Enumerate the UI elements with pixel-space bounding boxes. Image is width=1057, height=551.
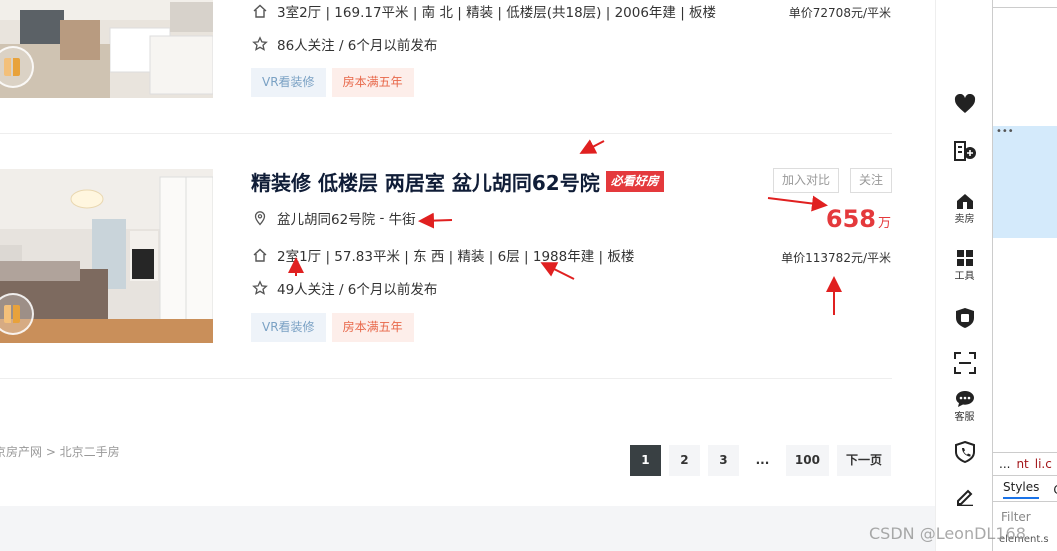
page-3-button[interactable]: 3 <box>707 445 739 476</box>
tab-styles[interactable]: Styles <box>1003 480 1040 499</box>
location-info: 盆儿胡同62号院 - 牛街 <box>251 208 416 228</box>
next-page-button[interactable]: 下一页 <box>836 445 891 476</box>
listing-title-text[interactable]: 精装修 低楼层 两居室 盆儿胡同62号院 <box>251 167 600 196</box>
follow-info: 49人关注 / 6个月以前发布 <box>251 278 437 298</box>
devtools-selected-node[interactable] <box>993 126 1057 238</box>
promise-button[interactable] <box>936 307 993 329</box>
phone-shield-icon <box>954 441 975 463</box>
location-separator: - <box>375 210 389 226</box>
page-2-button[interactable]: 2 <box>668 445 700 476</box>
devtools-header <box>993 0 1057 8</box>
district-link[interactable]: 牛街 <box>389 208 416 228</box>
floating-toolbar: 卖房 工具 客服 <box>935 0 992 551</box>
sell-house-button[interactable]: 卖房 <box>936 192 993 225</box>
favorites-button[interactable] <box>936 94 993 114</box>
calculator-button[interactable] <box>936 138 993 162</box>
listing-title[interactable]: 精装修 低楼层 两居室 盆儿胡同62号院 必看好房 <box>251 167 664 196</box>
listing-item: 3室2厅 | 169.17平米 | 南 北 | 精装 | 低楼层(共18层) |… <box>0 0 935 134</box>
divider <box>0 378 892 379</box>
pagination: 1 2 3 ... 100 下一页 <box>629 445 891 476</box>
page-ellipsis: ... <box>755 453 770 467</box>
feedback-button[interactable] <box>936 486 993 506</box>
devtools-bar-dots[interactable]: ... <box>999 457 1010 471</box>
devtools-filter-input[interactable]: Filter <box>1001 510 1031 524</box>
scan-button[interactable] <box>936 352 993 374</box>
house-info: 2室1厅 | 57.83平米 | 东 西 | 精装 | 6层 | 1988年建 … <box>251 245 634 265</box>
devtools-dots: ••• <box>996 126 1014 137</box>
must-see-badge: 必看好房 <box>605 171 664 192</box>
devtools-bar-node-2[interactable]: li.c <box>1035 457 1052 471</box>
follow-info-text: 86人关注 / 6个月以前发布 <box>277 38 438 54</box>
listing-page: 3室2厅 | 169.17平米 | 南 北 | 精装 | 低楼层(共18层) |… <box>0 0 935 551</box>
listing-item: 精装修 低楼层 两居室 盆儿胡同62号院 必看好房 加入对比 关注 盆儿胡同62… <box>0 134 935 379</box>
tag-list: VR看装修 房本满五年 <box>251 68 414 97</box>
follow-info: 86人关注 / 6个月以前发布 <box>251 34 437 54</box>
devtools-breadcrumb-bar[interactable]: ... nt li.c <box>993 452 1057 476</box>
customer-service-button[interactable]: 客服 <box>936 390 993 423</box>
building-calculator-icon <box>953 138 977 162</box>
footer-band <box>0 506 935 551</box>
heart-icon <box>954 94 976 114</box>
house-icon <box>251 246 269 264</box>
security-phone-button[interactable] <box>936 441 993 463</box>
tag-list: VR看装修 房本满五年 <box>251 313 414 342</box>
tag-five-years: 房本满五年 <box>331 313 414 342</box>
listing-photo[interactable] <box>0 0 213 98</box>
tag-vr: VR看装修 <box>251 68 326 97</box>
total-price-unit: 万 <box>877 216 891 231</box>
edit-pen-icon <box>955 486 975 506</box>
breadcrumb[interactable]: 京房产网 > 北京二手房 <box>0 443 120 460</box>
page-100-button[interactable]: 100 <box>785 445 829 476</box>
star-icon <box>251 279 269 297</box>
follow-button[interactable]: 关注 <box>850 168 893 193</box>
watermark: CSDN @LeonDL168 <box>869 524 1026 543</box>
customer-service-label: 客服 <box>954 412 975 423</box>
total-price: 658 万 <box>826 205 891 233</box>
scan-icon <box>953 352 976 374</box>
house-info-text: 3室2厅 | 169.17平米 | 南 北 | 精装 | 低楼层(共18层) |… <box>277 5 717 21</box>
location-pin-icon <box>251 209 269 227</box>
tag-vr: VR看装修 <box>251 313 326 342</box>
unit-price: 单价113782元/平米 <box>781 251 891 265</box>
house-info: 3室2厅 | 169.17平米 | 南 北 | 精装 | 低楼层(共18层) |… <box>251 1 716 21</box>
tools-grid-icon <box>956 249 974 267</box>
sell-house-label: 卖房 <box>954 214 975 225</box>
add-compare-button[interactable]: 加入对比 <box>773 168 840 193</box>
devtools-tabs: Styles C <box>993 478 1057 502</box>
unit-price: 单价72708元/平米 <box>788 6 891 20</box>
total-price-value: 658 <box>825 205 876 233</box>
tools-label: 工具 <box>954 271 975 282</box>
sell-house-icon <box>955 192 975 210</box>
star-icon <box>251 35 269 53</box>
tools-button[interactable]: 工具 <box>936 249 993 282</box>
house-info-text: 2室1厅 | 57.83平米 | 东 西 | 精装 | 6层 | 1988年建 … <box>277 249 635 265</box>
listing-photo[interactable] <box>0 169 213 343</box>
devtools-panel: ••• ... nt li.c Styles C Filter element.… <box>992 0 1057 551</box>
tag-five-years: 房本满五年 <box>331 68 414 97</box>
devtools-bar-node-1[interactable]: nt <box>1016 457 1028 471</box>
chat-icon <box>955 390 975 408</box>
page-1-button[interactable]: 1 <box>629 445 661 476</box>
shield-badge-icon <box>955 307 975 329</box>
house-icon <box>251 2 269 20</box>
follow-info-text: 49人关注 / 6个月以前发布 <box>277 282 438 298</box>
tab-next[interactable]: C <box>1053 483 1057 497</box>
community-link[interactable]: 盆儿胡同62号院 <box>277 208 375 228</box>
